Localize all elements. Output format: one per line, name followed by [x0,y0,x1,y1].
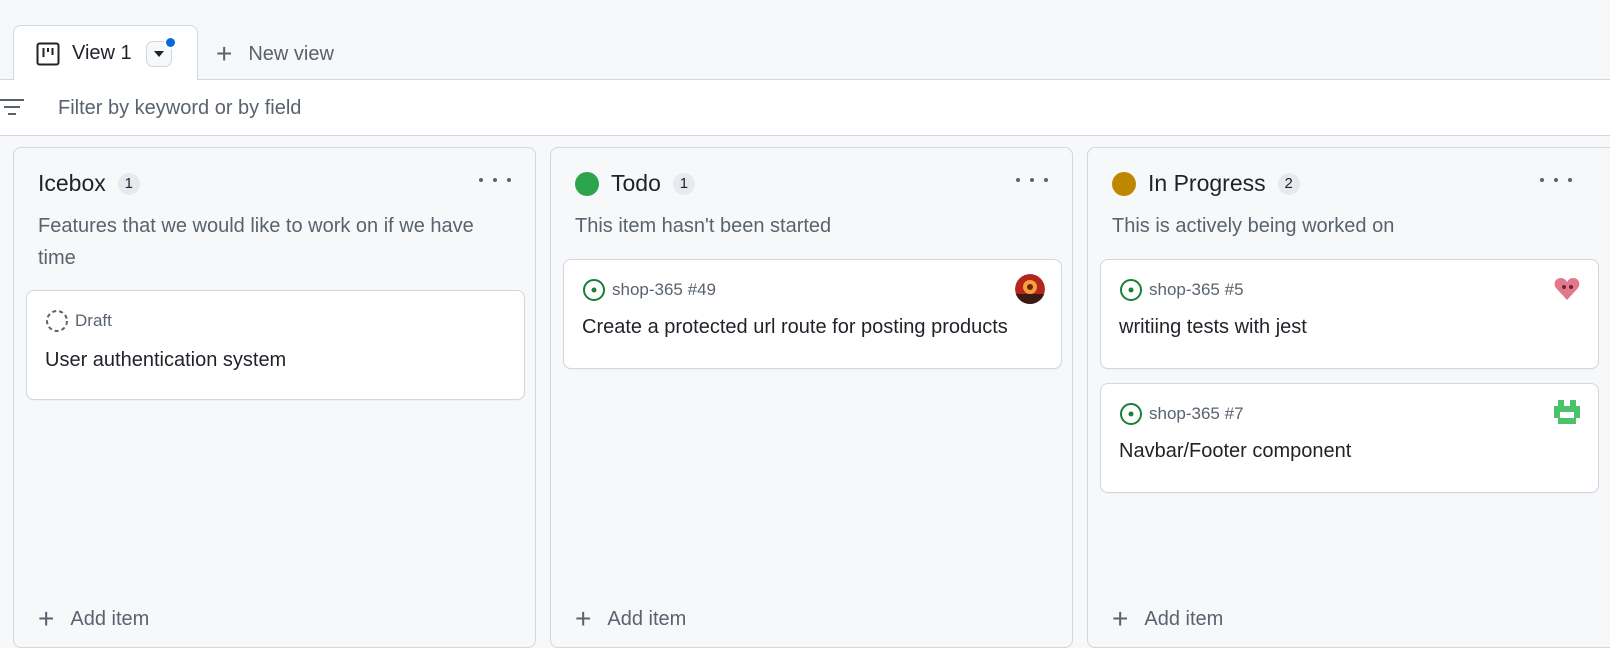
column-title: In Progress [1148,170,1266,196]
card-meta: shop-365 #5 [1119,278,1244,302]
column-description: Features that we would like to work on i… [38,215,474,269]
issue-open-icon [583,279,605,301]
tab-label: View 1 [72,42,132,64]
issue-reference[interactable]: shop-365 #5 [1149,280,1244,300]
card-title[interactable]: Navbar/Footer component [1119,440,1351,463]
column-in-progress: In Progress 2 This is actively being wor… [1087,147,1610,648]
card-type-label: Draft [75,311,112,330]
issue-reference[interactable]: shop-365 #7 [1149,404,1244,424]
add-item-button[interactable]: + Add item [575,605,686,633]
column-options-button[interactable] [1540,168,1572,192]
add-item-label: Add item [70,607,150,630]
add-item-button[interactable]: + Add item [38,605,149,633]
draft-circle-icon [46,310,68,332]
issue-open-icon [1120,403,1142,425]
new-view-button[interactable]: + New view [216,38,334,70]
card-title[interactable]: Create a protected url route for posting… [582,316,1008,339]
add-item-label: Add item [1144,607,1224,630]
new-view-label: New view [248,42,334,65]
column-description: This item hasn't been started [575,215,832,237]
column-count-badge: 2 [1277,172,1300,195]
plus-icon: + [1112,603,1129,634]
card-title[interactable]: User authentication system [45,349,286,372]
filter-input[interactable] [56,92,656,124]
column-options-button[interactable] [1016,168,1048,192]
filter-bar [0,80,1610,136]
card-draft[interactable]: Draft User authentication system [26,290,525,400]
column-title: Icebox [38,170,106,196]
add-item-button[interactable]: + Add item [1112,605,1223,633]
column-options-button[interactable] [479,168,511,192]
assignee-avatar[interactable] [1552,274,1582,304]
column-title: Todo [611,170,661,196]
column-todo: Todo 1 This item hasn't been started sho… [550,147,1073,648]
card-issue-7[interactable]: shop-365 #7 Navbar/Footer component [1100,383,1599,493]
plus-icon: + [575,603,592,634]
plus-icon: + [216,38,233,69]
column-icebox: Icebox 1 Features that we would like to … [13,147,536,648]
assignee-avatar[interactable] [1552,398,1582,428]
card-issue-49[interactable]: shop-365 #49 Create a protected url rout… [563,259,1062,369]
filter-icon [0,99,24,115]
column-description: This is actively being worked on [1112,215,1395,237]
card-meta: shop-365 #49 [582,278,716,302]
column-count-badge: 1 [117,172,140,195]
view-tabs-bar: View 1 + New view [0,0,1610,81]
status-color-dot [1112,171,1136,196]
unsaved-changes-indicator [163,35,177,49]
status-color-dot [575,171,599,196]
plus-icon: + [38,603,55,634]
column-count-badge: 1 [672,172,695,195]
tab-view-1[interactable]: View 1 [13,25,198,81]
column-header: Todo 1 [575,170,695,197]
card-issue-5[interactable]: shop-365 #5 writiing tests with jest [1100,259,1599,369]
column-header: Icebox 1 [38,170,140,197]
issue-reference[interactable]: shop-365 #49 [612,280,716,300]
view-options-button[interactable] [145,35,177,67]
board-icon [36,42,60,65]
card-meta: Draft [45,309,112,333]
triangle-down-icon [153,50,164,57]
assignee-avatar[interactable] [1015,274,1045,304]
issue-open-icon [1120,279,1142,301]
card-meta: shop-365 #7 [1119,402,1244,426]
add-item-label: Add item [607,607,687,630]
card-title[interactable]: writiing tests with jest [1119,316,1307,339]
column-header: In Progress 2 [1112,170,1300,197]
